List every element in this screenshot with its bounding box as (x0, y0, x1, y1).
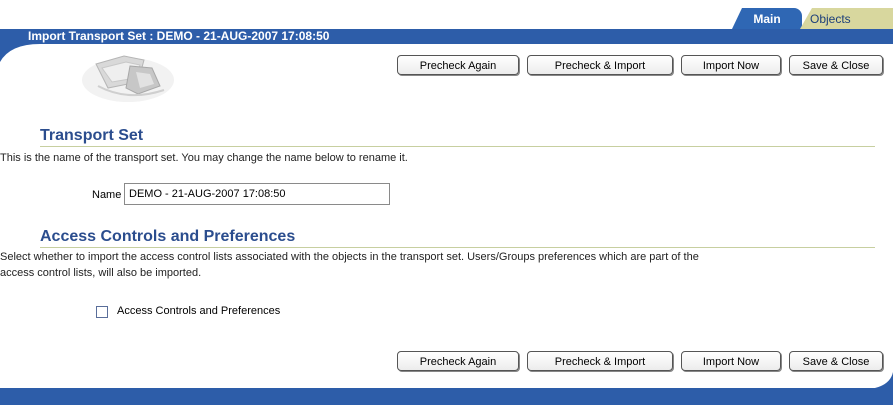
precheck-import-button-top[interactable]: Precheck & Import (527, 55, 673, 75)
precheck-again-button-top[interactable]: Precheck Again (397, 55, 519, 75)
access-controls-checkbox-label[interactable]: Access Controls and Preferences (117, 305, 280, 317)
save-close-button-bottom[interactable]: Save & Close (789, 351, 883, 371)
access-description-line2: access control lists, will also be impor… (0, 267, 202, 279)
bottom-band (0, 388, 893, 405)
transport-set-heading: Transport Set (40, 127, 144, 144)
access-description-line1: Select whether to import the access cont… (0, 251, 699, 263)
tab-objects[interactable]: Objects (800, 8, 893, 29)
access-controls-checkbox[interactable] (96, 306, 108, 318)
precheck-import-button-bottom[interactable]: Precheck & Import (527, 351, 673, 371)
precheck-again-button-bottom[interactable]: Precheck Again (397, 351, 519, 371)
title-bar-curve (0, 42, 40, 62)
transport-set-logo (82, 55, 174, 102)
import-now-button-bottom[interactable]: Import Now (681, 351, 781, 371)
name-input[interactable] (124, 183, 390, 205)
name-label: Name (92, 189, 122, 201)
transport-set-description: This is the name of the transport set. Y… (0, 152, 408, 164)
access-controls-heading: Access Controls and Preferences (40, 228, 296, 245)
section-divider (40, 247, 875, 248)
tab-main[interactable]: Main (732, 8, 802, 29)
section-divider (40, 146, 875, 147)
page-title: Import Transport Set : DEMO - 21-AUG-200… (28, 29, 330, 43)
import-now-button-top[interactable]: Import Now (681, 55, 781, 75)
save-close-button-top[interactable]: Save & Close (789, 55, 883, 75)
bottom-band-curve (870, 372, 893, 389)
